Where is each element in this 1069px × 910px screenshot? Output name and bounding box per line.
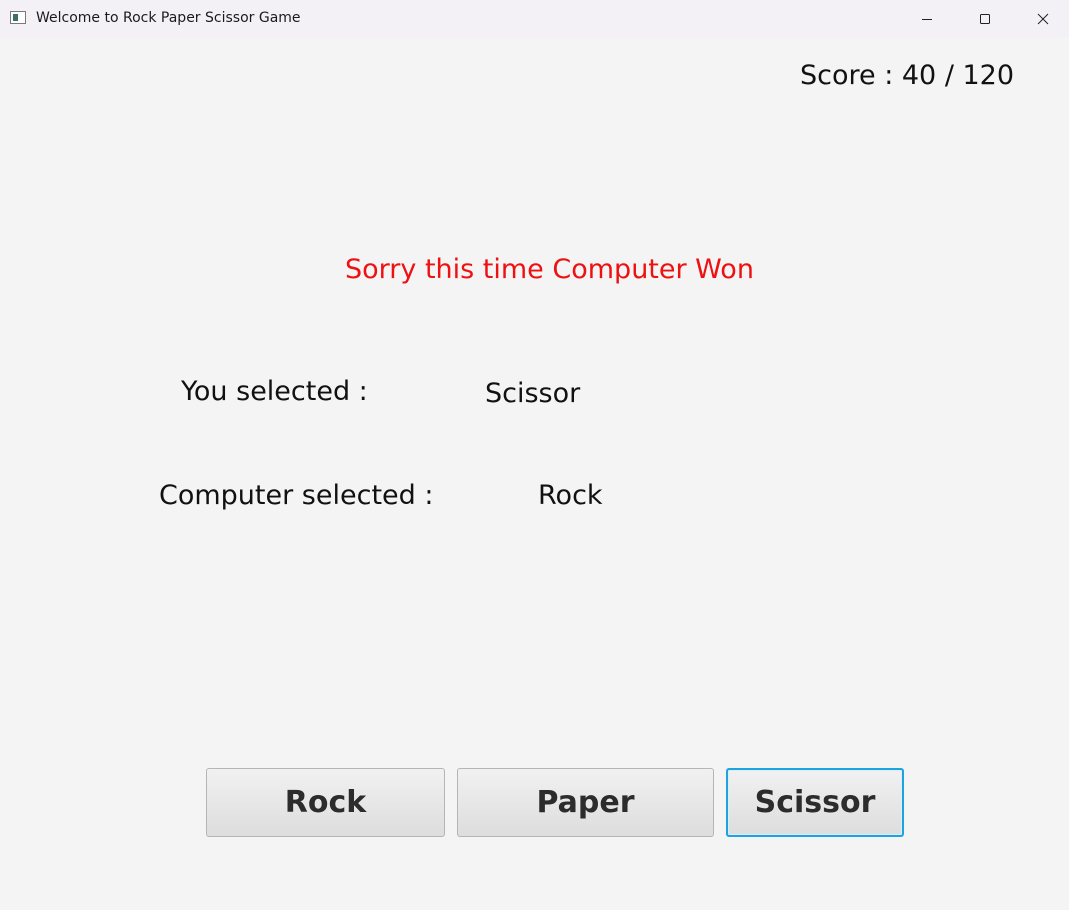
minimize-button[interactable]: [898, 0, 956, 38]
close-button[interactable]: [1014, 0, 1069, 38]
rock-button[interactable]: Rock: [206, 768, 445, 837]
computer-selected-label: Computer selected :: [159, 480, 434, 511]
close-icon: [1037, 13, 1049, 25]
result-message: Sorry this time Computer Won: [345, 254, 754, 285]
game-window: Welcome to Rock Paper Scissor Game Score…: [0, 0, 1069, 910]
maximize-icon: [980, 14, 990, 24]
title-bar[interactable]: Welcome to Rock Paper Scissor Game: [0, 0, 1069, 38]
paper-button[interactable]: Paper: [457, 768, 714, 837]
you-selected-value: Scissor: [485, 378, 581, 409]
app-icon: [10, 11, 26, 24]
window-title: Welcome to Rock Paper Scissor Game: [36, 10, 301, 26]
computer-selected-value: Rock: [538, 480, 603, 511]
maximize-button[interactable]: [956, 0, 1014, 38]
score-label: Score : 40 / 120: [800, 60, 1015, 91]
minimize-icon: [922, 19, 932, 20]
you-selected-label: You selected :: [181, 376, 368, 407]
scissor-button[interactable]: Scissor: [726, 768, 904, 837]
